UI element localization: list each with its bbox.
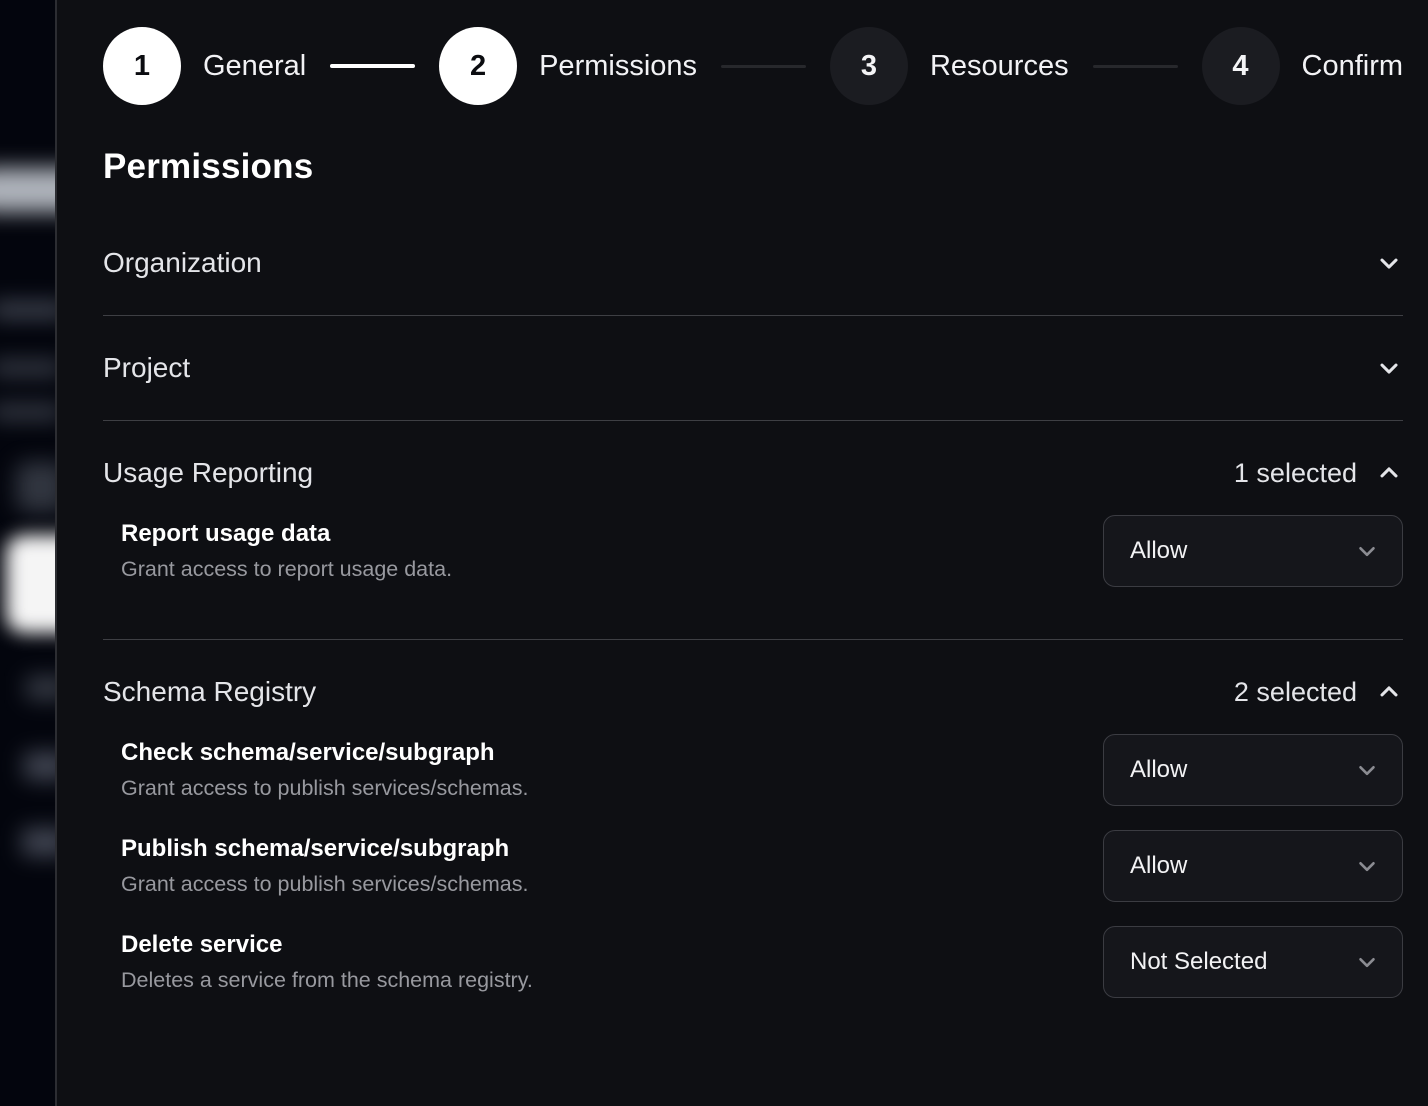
stepper-step-permissions[interactable]: 2 Permissions (439, 27, 697, 105)
permission-row-check-schema: Check schema/service/subgraph Grant acce… (103, 734, 1403, 806)
background-blur-logo (6, 535, 57, 633)
section-header-project[interactable]: Project (103, 316, 1403, 420)
permission-select-report-usage-data[interactable]: Allow (1103, 515, 1403, 587)
permission-description: Deletes a service from the schema regist… (121, 968, 533, 993)
chevron-down-icon (1354, 853, 1380, 879)
stepper-step-confirm[interactable]: 4 Confirm (1202, 27, 1404, 105)
permission-description: Grant access to publish services/schemas… (121, 776, 528, 801)
stepper-step-resources[interactable]: 3 Resources (830, 27, 1069, 105)
stepper-connector (330, 64, 415, 68)
background-blur-item (24, 752, 57, 780)
step-label: Confirm (1302, 50, 1404, 83)
permission-select-check-schema[interactable]: Allow (1103, 734, 1403, 806)
section-header-schema-registry[interactable]: Schema Registry 2 selected (103, 640, 1403, 708)
stepper-connector (1093, 65, 1178, 68)
chevron-up-icon (1375, 678, 1403, 706)
step-number-badge: 3 (830, 27, 908, 105)
select-value: Allow (1130, 852, 1187, 880)
permission-row-report-usage-data: Report usage data Grant access to report… (103, 515, 1403, 587)
background-blur-text (0, 404, 57, 420)
step-label: Resources (930, 50, 1069, 83)
chevron-up-icon (1375, 459, 1403, 487)
select-value: Allow (1130, 756, 1187, 784)
section-header-usage-reporting[interactable]: Usage Reporting 1 selected (103, 421, 1403, 489)
permission-row-publish-schema: Publish schema/service/subgraph Grant ac… (103, 830, 1403, 902)
step-number-badge: 4 (1202, 27, 1280, 105)
background-blur-item (22, 828, 57, 856)
stepper-connector (721, 65, 806, 68)
permission-name: Publish schema/service/subgraph (121, 835, 528, 863)
permission-row-delete-service: Delete service Deletes a service from th… (103, 926, 1403, 998)
section-title: Schema Registry (103, 676, 316, 708)
section-title: Project (103, 352, 190, 384)
background-blur-tile (16, 462, 57, 512)
background-blur-text (0, 302, 57, 318)
step-number-badge: 1 (103, 27, 181, 105)
select-value: Allow (1130, 537, 1187, 565)
selected-count-badge: 1 selected (1234, 458, 1357, 489)
permission-name: Check schema/service/subgraph (121, 739, 528, 767)
background-app-strip (0, 0, 57, 1106)
chevron-down-icon (1375, 354, 1403, 382)
step-number-badge: 2 (439, 27, 517, 105)
section-header-organization[interactable]: Organization (103, 211, 1403, 315)
permission-name: Delete service (121, 931, 533, 959)
section-title: Organization (103, 247, 262, 279)
selected-count-badge: 2 selected (1234, 677, 1357, 708)
step-label: General (203, 50, 306, 83)
section-title: Usage Reporting (103, 457, 313, 489)
stepper-step-general[interactable]: 1 General (103, 27, 306, 105)
chevron-down-icon (1354, 757, 1380, 783)
permission-name: Report usage data (121, 520, 452, 548)
permission-select-delete-service[interactable]: Not Selected (1103, 926, 1403, 998)
chevron-down-icon (1375, 249, 1403, 277)
chevron-down-icon (1354, 949, 1380, 975)
page-title: Permissions (103, 147, 1403, 187)
permission-description: Grant access to report usage data. (121, 557, 452, 582)
wizard-stepper: 1 General 2 Permissions 3 Resources 4 Co… (103, 27, 1403, 105)
permission-select-publish-schema[interactable]: Allow (1103, 830, 1403, 902)
step-label: Permissions (539, 50, 697, 83)
wizard-panel: 1 General 2 Permissions 3 Resources 4 Co… (57, 0, 1428, 1106)
background-blur-item (26, 676, 57, 700)
background-blur-pill (0, 168, 57, 212)
select-value: Not Selected (1130, 948, 1267, 976)
permission-description: Grant access to publish services/schemas… (121, 872, 528, 897)
chevron-down-icon (1354, 538, 1380, 564)
background-blur-text (0, 360, 57, 376)
